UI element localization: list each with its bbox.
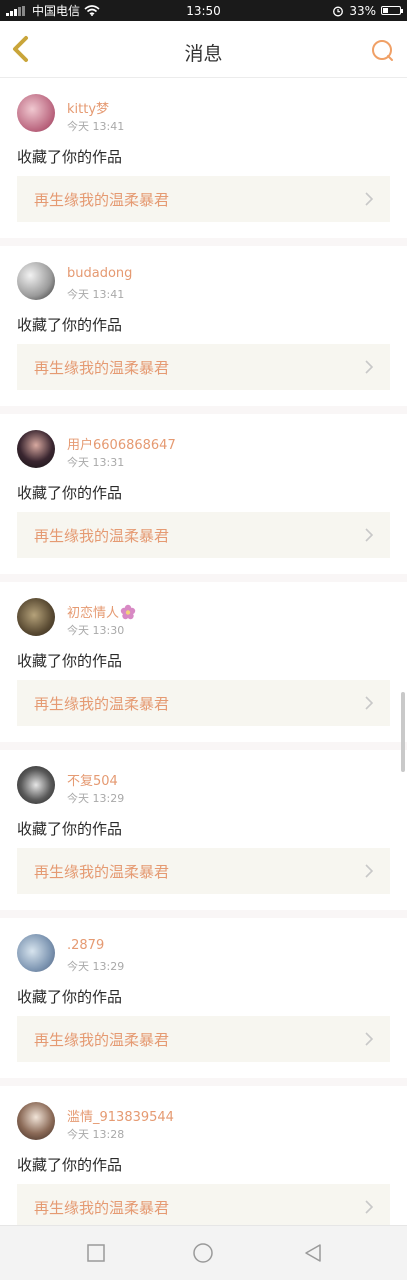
notification-list[interactable]: kitty梦 今天 13:41 收藏了你的作品 再生缘我的温柔暴君 budadong 今天…: [0, 78, 407, 1225]
notification-item[interactable]: 不复504 今天 13:29 收藏了你的作品再生缘我的温柔暴君: [0, 750, 407, 910]
work-title: 再生缘我的温柔暴君: [34, 526, 170, 545]
work-title: 再生缘我的温柔暴君: [34, 358, 170, 377]
action-text: 收藏了你的作品: [17, 484, 123, 502]
username-text: .2879: [67, 938, 105, 953]
username-text: 不复504: [67, 774, 118, 789]
chevron-right-icon: [365, 360, 374, 374]
username[interactable]: 不复504: [67, 770, 118, 789]
flower-icon: [120, 604, 136, 620]
header-bar: 消息: [0, 21, 407, 78]
action-text: 收藏了你的作品: [17, 316, 123, 334]
separator: [0, 406, 407, 414]
work-link[interactable]: 再生缘我的温柔暴君: [17, 680, 390, 726]
chevron-right-icon: [365, 1200, 374, 1214]
work-link[interactable]: 再生缘我的温柔暴君: [17, 1016, 390, 1062]
timestamp: 今天 13:28: [67, 1128, 125, 1141]
back-triangle-icon[interactable]: [302, 1242, 324, 1264]
timestamp: 今天 13:31: [67, 456, 125, 469]
work-link[interactable]: 再生缘我的温柔暴君: [17, 848, 390, 894]
username-text: 用户6606868647: [67, 438, 176, 453]
action-text: 收藏了你的作品: [17, 652, 123, 670]
recents-square-icon[interactable]: [85, 1242, 107, 1264]
chevron-right-icon: [365, 528, 374, 542]
notification-item[interactable]: budadong 今天 13:41 收藏了你的作品再生缘我的温柔暴君: [0, 246, 407, 406]
username-text: budadong: [67, 266, 133, 281]
username[interactable]: .2879: [67, 938, 104, 953]
chevron-right-icon: [365, 864, 374, 878]
search-icon[interactable]: [371, 39, 395, 63]
username-text: kitty梦: [67, 102, 110, 117]
chevron-right-icon: [365, 192, 374, 206]
separator: [0, 742, 407, 750]
chevron-right-icon: [365, 696, 374, 710]
username-text: 滥情_913839544: [67, 1110, 174, 1125]
work-title: 再生缘我的温柔暴君: [34, 190, 170, 209]
chevron-right-icon: [365, 1032, 374, 1046]
work-title: 再生缘我的温柔暴君: [34, 694, 170, 713]
avatar[interactable]: [17, 934, 55, 972]
battery-percent: 33%: [349, 3, 376, 18]
scrollbar[interactable]: [401, 692, 405, 772]
battery-icon: [381, 6, 403, 15]
system-nav-bar: [0, 1225, 407, 1280]
notification-item[interactable]: kitty梦今天 13:41 收藏了你的作品再生缘我的温柔暴君: [0, 78, 407, 238]
avatar[interactable]: [17, 766, 55, 804]
username[interactable]: 初恋情人: [67, 602, 136, 621]
notification-item[interactable]: .2879 今天 13:29 收藏了你的作品再生缘我的温柔暴君: [0, 918, 407, 1078]
timestamp: 今天 13:29: [67, 960, 125, 973]
home-circle-icon[interactable]: [192, 1242, 214, 1264]
wifi-icon: [84, 5, 100, 16]
work-link[interactable]: 再生缘我的温柔暴君: [17, 344, 390, 390]
signal-icon: [6, 5, 25, 16]
avatar[interactable]: [17, 262, 55, 300]
work-title: 再生缘我的温柔暴君: [34, 862, 170, 881]
avatar[interactable]: [17, 430, 55, 468]
separator: [0, 910, 407, 918]
notification-item[interactable]: 初恋情人今天 13:30 收藏了你的作品再生缘我的温柔暴君: [0, 582, 407, 742]
page-title: 消息: [184, 43, 223, 65]
action-text: 收藏了你的作品: [17, 988, 123, 1006]
alarm-icon: [333, 6, 344, 16]
work-link[interactable]: 再生缘我的温柔暴君: [17, 1184, 390, 1225]
timestamp: 今天 13:29: [67, 792, 125, 805]
username[interactable]: kitty梦: [67, 98, 109, 117]
username-text: 初恋情人: [67, 606, 120, 621]
notification-item[interactable]: 用户6606868647 今天 13:31 收藏了你的作品再生缘我的温柔暴君: [0, 414, 407, 574]
timestamp: 今天 13:41: [67, 120, 125, 133]
separator: [0, 1078, 407, 1086]
status-left: 中国电信: [6, 2, 100, 19]
timestamp: 今天 13:41: [67, 288, 125, 301]
avatar[interactable]: [17, 94, 55, 132]
action-text: 收藏了你的作品: [17, 148, 123, 166]
username[interactable]: 滥情_913839544: [67, 1106, 174, 1125]
separator: [0, 238, 407, 246]
work-link[interactable]: 再生缘我的温柔暴君: [17, 176, 390, 222]
work-title: 再生缘我的温柔暴君: [34, 1030, 170, 1049]
battery-level-fill: [383, 8, 388, 13]
username[interactable]: 用户6606868647: [67, 434, 176, 453]
avatar[interactable]: [17, 1102, 55, 1140]
username[interactable]: budadong: [67, 266, 132, 281]
notification-item[interactable]: 滥情_913839544 今天 13:28 收藏了你的作品再生缘我的温柔暴君: [0, 1086, 407, 1225]
carrier-name: 中国电信: [32, 4, 81, 18]
status-bar: 中国电信 13:50 33%: [0, 0, 407, 21]
separator: [0, 574, 407, 582]
avatar[interactable]: [17, 598, 55, 636]
work-link[interactable]: 再生缘我的温柔暴君: [17, 512, 390, 558]
action-text: 收藏了你的作品: [17, 1156, 123, 1174]
status-right: 33%: [332, 3, 403, 18]
timestamp: 今天 13:30: [67, 624, 125, 637]
action-text: 收藏了你的作品: [17, 820, 123, 838]
work-title: 再生缘我的温柔暴君: [34, 1198, 170, 1217]
